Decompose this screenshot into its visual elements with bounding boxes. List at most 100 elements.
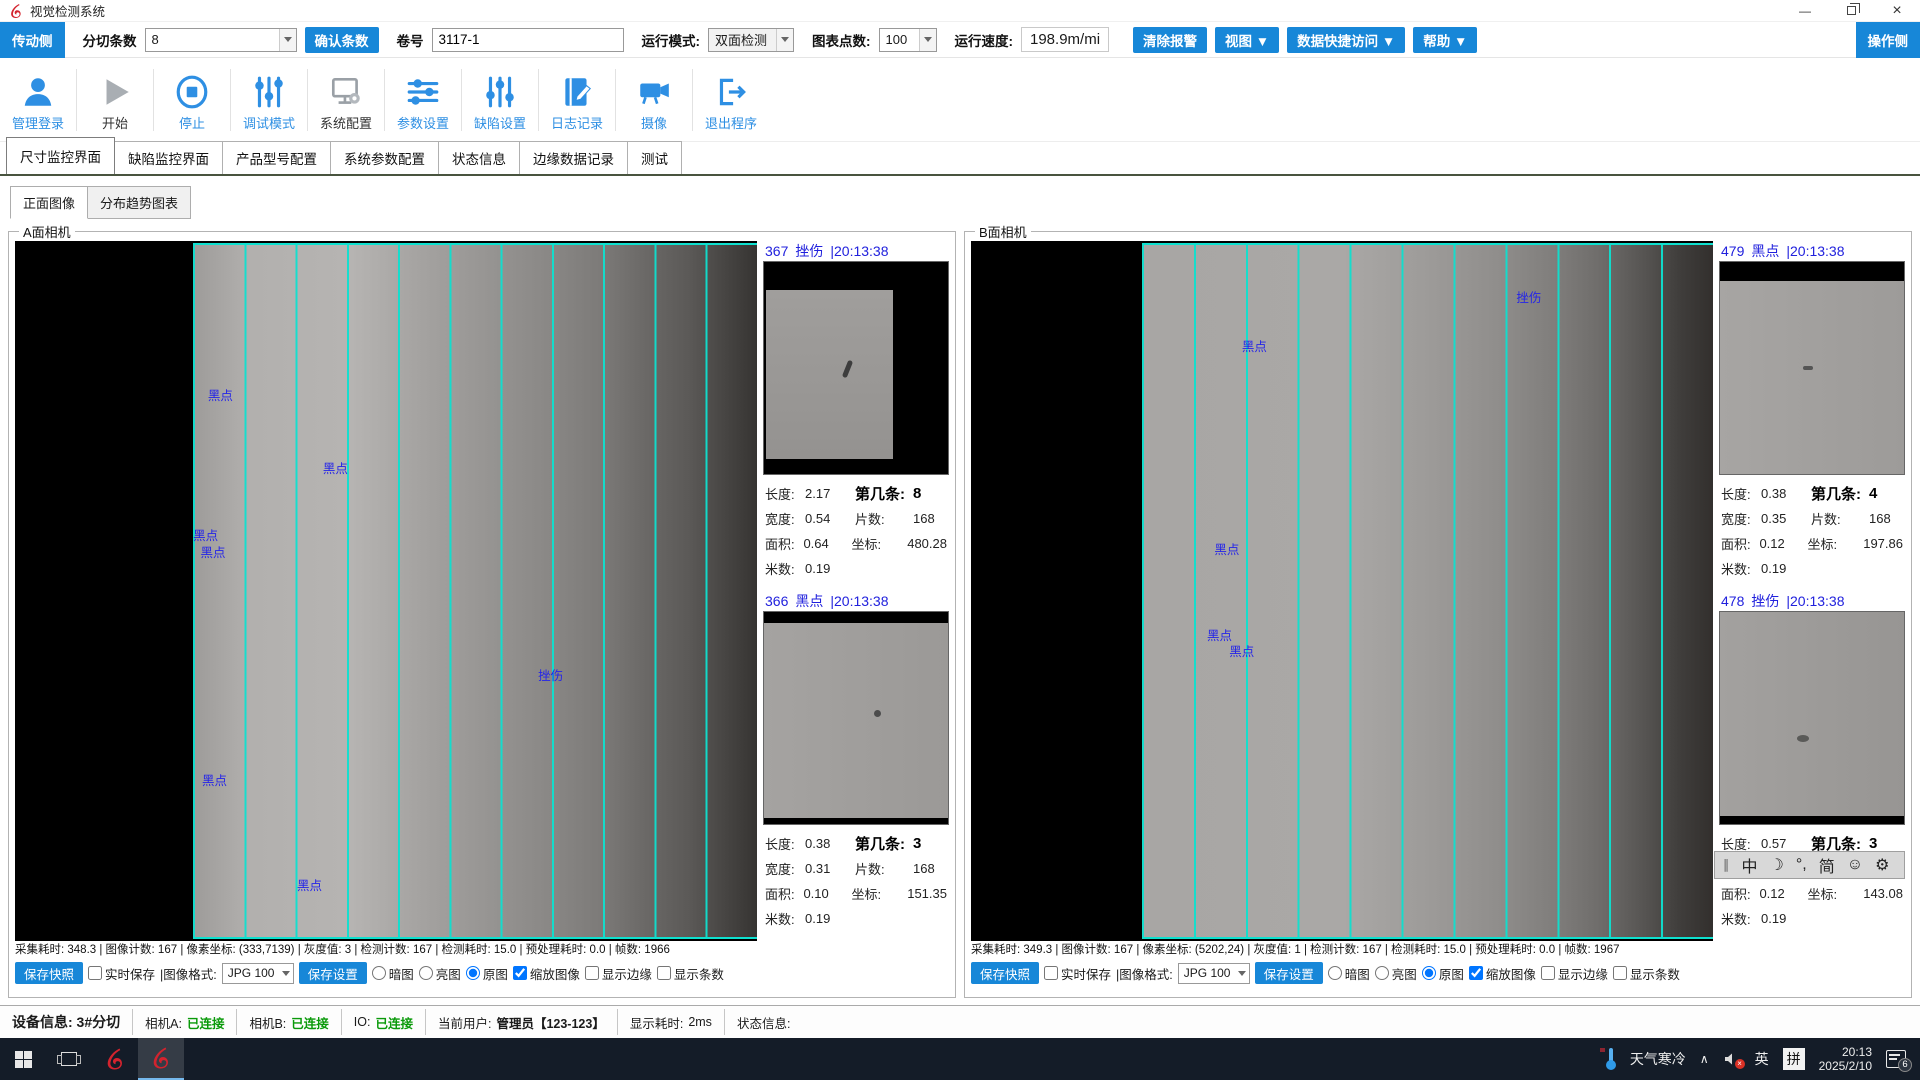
close-button[interactable]: ×	[1874, 0, 1920, 21]
task-view-button[interactable]	[46, 1038, 92, 1080]
defect-card[interactable]: 478 挫伤 |20:13:38 长度: 0.57 第几条: 3	[1719, 591, 1905, 931]
realtime-save-checkbox[interactable]: 实时保存	[1044, 964, 1111, 983]
run-mode-select[interactable]: 双面检测	[708, 28, 794, 52]
defect-card[interactable]: 366 黑点 |20:13:38 长度: 0.38 第几条: 3	[763, 591, 949, 931]
exit-program-button[interactable]: 退出程序	[693, 62, 769, 138]
show-count-checkbox[interactable]: 显示条数	[1613, 964, 1680, 983]
pinned-app-button[interactable]	[92, 1038, 138, 1080]
chart-points-select[interactable]: 100	[879, 28, 937, 52]
defect-settings-button[interactable]: 缺陷设置	[462, 62, 538, 138]
original-image-radio[interactable]: 原图	[466, 964, 508, 983]
chevron-up-icon[interactable]: ∧	[1700, 1052, 1709, 1066]
defect-time: |20:13:38	[830, 593, 888, 609]
debug-mode-button[interactable]: 调试模式	[231, 62, 307, 138]
tab-size-monitor[interactable]: 尺寸监控界面	[6, 137, 115, 174]
admin-login-button[interactable]: 管理登录	[0, 62, 76, 138]
roll-label: 卷号	[397, 30, 424, 50]
tab-edge-data-record[interactable]: 边缘数据记录	[519, 141, 628, 174]
operator-side-button[interactable]: 操作侧	[1856, 22, 1920, 58]
stat-value: 0.64	[803, 536, 851, 551]
split-count-select[interactable]: 8	[145, 28, 297, 52]
app-logo-icon	[103, 1047, 127, 1071]
defect-card[interactable]: 479 黑点 |20:13:38 长度: 0.38 第几条: 4	[1719, 241, 1905, 581]
image-format-value: JPG 100	[223, 966, 280, 980]
language-indicator[interactable]: 英	[1755, 1049, 1769, 1069]
subtab-trend-chart[interactable]: 分布趋势图表	[87, 186, 191, 219]
chart-points-value: 100	[880, 32, 919, 47]
drive-side-button[interactable]: 传动侧	[0, 22, 65, 58]
stat-label: 片数:	[1811, 509, 1869, 528]
view-menu-button[interactable]: 视图 ▼	[1215, 27, 1279, 53]
camera-b-status: 已连接	[291, 1013, 329, 1032]
chevron-down-icon[interactable]	[279, 29, 296, 51]
confirm-count-button[interactable]: 确认条数	[305, 27, 379, 53]
ime-emoji-icon[interactable]: ☺	[1847, 856, 1863, 874]
tab-status-info[interactable]: 状态信息	[438, 141, 520, 174]
ime-settings-gear-icon[interactable]: ⚙	[1875, 855, 1889, 875]
running-app-button[interactable]	[138, 1038, 184, 1080]
bright-image-radio[interactable]: 亮图	[419, 964, 461, 983]
camera-a-image[interactable]: 黑点 黑点 黑点 黑点 挫伤 黑点 黑点	[15, 241, 757, 941]
ime-punctuation-button[interactable]: °,	[1796, 856, 1807, 874]
weather-text[interactable]: 天气寒冷	[1630, 1049, 1686, 1069]
system-config-button[interactable]: 系统配置	[308, 62, 384, 138]
ime-simplified-button[interactable]: 简	[1819, 853, 1835, 877]
window-controls: — ×	[1782, 0, 1920, 21]
image-format-select[interactable]: JPG 100	[222, 963, 294, 984]
camera-b-connection: 相机B: 已连接	[237, 1006, 340, 1038]
thermometer-icon[interactable]	[1606, 1048, 1616, 1070]
notification-center-icon[interactable]: 6	[1886, 1050, 1906, 1068]
ime-fullwidth-moon-icon[interactable]: ☽	[1770, 855, 1784, 875]
help-menu-button[interactable]: 帮助 ▼	[1413, 27, 1477, 53]
subtab-front-image[interactable]: 正面图像	[10, 186, 88, 219]
minimize-button[interactable]: —	[1782, 0, 1828, 21]
chevron-down-icon[interactable]	[776, 29, 793, 51]
ime-indicator[interactable]: 拼	[1783, 1048, 1805, 1070]
zoom-image-checkbox[interactable]: 缩放图像	[513, 964, 580, 983]
save-snapshot-button[interactable]: 保存快照	[971, 962, 1039, 984]
dark-image-radio[interactable]: 暗图	[1328, 964, 1370, 983]
taskbar-clock[interactable]: 20:13 2025/2/10	[1819, 1045, 1872, 1073]
realtime-save-checkbox[interactable]: 实时保存	[88, 964, 155, 983]
save-settings-button[interactable]: 保存设置	[1255, 962, 1323, 984]
show-edge-checkbox[interactable]: 显示边缘	[1541, 964, 1608, 983]
dark-image-radio[interactable]: 暗图	[372, 964, 414, 983]
camera-b-image[interactable]: 挫伤 黑点 黑点 黑点 黑点	[971, 241, 1713, 941]
tab-product-model-config[interactable]: 产品型号配置	[222, 141, 331, 174]
tab-test[interactable]: 测试	[627, 141, 682, 174]
tab-defect-monitor[interactable]: 缺陷监控界面	[114, 141, 223, 174]
data-quick-access-button[interactable]: 数据快捷访问 ▼	[1287, 27, 1405, 53]
show-count-checkbox[interactable]: 显示条数	[657, 964, 724, 983]
zoom-image-checkbox[interactable]: 缩放图像	[1469, 964, 1536, 983]
image-format-select[interactable]: JPG 100	[1178, 963, 1250, 984]
defect-card[interactable]: 367 挫伤 |20:13:38 长度: 2.17 第几条: 8	[763, 241, 949, 581]
windows-taskbar: 天气寒冷 ∧ × 英 拼 20:13 2025/2/10 6	[0, 1038, 1920, 1080]
bright-image-radio[interactable]: 亮图	[1375, 964, 1417, 983]
log-record-button[interactable]: 日志记录	[539, 62, 615, 138]
save-snapshot-button[interactable]: 保存快照	[15, 962, 83, 984]
chevron-down-icon[interactable]	[279, 964, 292, 983]
ime-chinese-mode-button[interactable]: 中	[1742, 853, 1758, 877]
ribbon-toolbar: 管理登录 开始 停止 调试模式 系统配置	[0, 58, 1920, 142]
minimize-icon: —	[1799, 4, 1811, 18]
tab-system-param-config[interactable]: 系统参数配置	[330, 141, 439, 174]
parameter-settings-button[interactable]: 参数设置	[385, 62, 461, 138]
capture-button[interactable]: 摄像	[616, 62, 692, 138]
clear-alarm-button[interactable]: 清除报警	[1133, 27, 1207, 53]
start-button[interactable]: 开始	[77, 62, 153, 138]
restore-button[interactable]	[1828, 0, 1874, 21]
roll-input[interactable]	[432, 28, 624, 52]
show-edge-checkbox[interactable]: 显示边缘	[585, 964, 652, 983]
save-settings-button[interactable]: 保存设置	[299, 962, 367, 984]
stat-label: 米数:	[765, 909, 805, 928]
chevron-down-icon[interactable]	[919, 29, 936, 51]
stop-button[interactable]: 停止	[154, 62, 230, 138]
camera-a-controls: 保存快照 实时保存 |图像格式: JPG 100 保存设置 暗图 亮图 原图 缩…	[15, 959, 949, 987]
display-time-value: 2ms	[688, 1015, 712, 1029]
original-image-radio[interactable]: 原图	[1422, 964, 1464, 983]
drag-handle-icon[interactable]: ∥	[1723, 857, 1730, 873]
speaker-muted-icon[interactable]: ×	[1723, 1051, 1741, 1067]
chevron-down-icon[interactable]	[1235, 964, 1248, 983]
camera-b-controls: 保存快照 实时保存 |图像格式: JPG 100 保存设置 暗图 亮图 原图 缩…	[971, 959, 1905, 987]
start-button[interactable]	[0, 1038, 46, 1080]
